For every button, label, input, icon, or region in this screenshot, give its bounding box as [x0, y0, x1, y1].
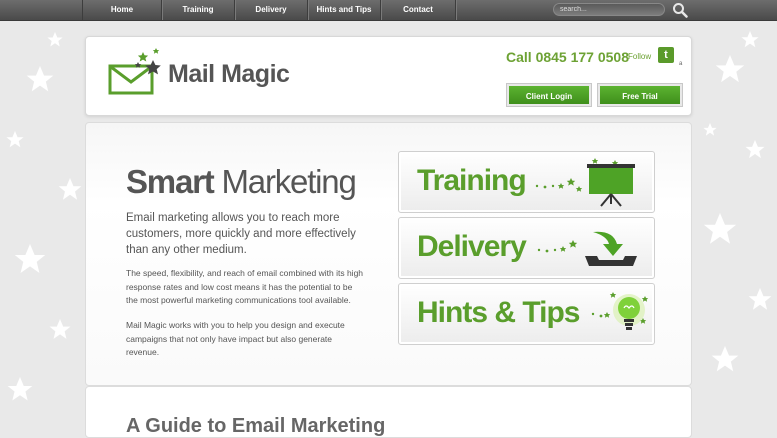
free-trial-button[interactable]: Free Trial	[597, 83, 683, 107]
body-paragraph-2: Mail Magic works with you to help you de…	[126, 320, 345, 357]
search-icon[interactable]	[672, 2, 688, 18]
nav-menu: Home Training Delivery Hints and Tips Co…	[82, 0, 456, 20]
envelope-stars-logo-icon[interactable]	[108, 46, 164, 96]
promo-delivery-label: Delivery	[417, 230, 527, 263]
twitter-icon[interactable]: t	[658, 47, 674, 63]
main-content-card: Smart Marketing Email marketing allows y…	[85, 122, 692, 386]
promo-training[interactable]: Training	[398, 151, 655, 213]
lightbulb-icon	[591, 292, 649, 330]
twitter-suffix: a	[679, 61, 683, 67]
promo-training-label: Training	[417, 164, 527, 197]
header-card: Mail Magic Call 0845 177 0508 Follow t a…	[85, 36, 692, 116]
nav-item-training[interactable]: Training	[162, 0, 235, 20]
follow-label: Follow	[628, 52, 652, 61]
body-paragraph-1: The speed, flexibility, and reach of ema…	[126, 268, 364, 305]
client-login-button[interactable]: Client Login	[506, 83, 592, 107]
headline-bold: Smart	[126, 163, 215, 200]
guide-section-title: A Guide to Email Marketing	[126, 415, 386, 437]
phone-number: Call 0845 177 0508	[506, 49, 629, 65]
logo-text[interactable]: Mail Magic	[168, 60, 290, 89]
promo-hints-tips[interactable]: Hints & Tips	[398, 283, 655, 345]
search-input[interactable]	[553, 3, 665, 16]
nav-item-home[interactable]: Home	[82, 0, 162, 20]
download-tray-icon	[537, 231, 637, 266]
nav-item-delivery[interactable]: Delivery	[235, 0, 308, 20]
page-headline: Smart Marketing	[126, 163, 357, 201]
presentation-board-icon	[535, 158, 635, 207]
lead-paragraph: Email marketing allows you to reach more…	[126, 212, 356, 256]
headline-rest: Marketing	[213, 163, 357, 200]
guide-section-card: A Guide to Email Marketing	[85, 386, 692, 438]
nav-item-contact[interactable]: Contact	[381, 0, 456, 20]
nav-item-hints-and-tips[interactable]: Hints and Tips	[308, 0, 381, 20]
promo-delivery[interactable]: Delivery	[398, 217, 655, 279]
top-nav-bar: Home Training Delivery Hints and Tips Co…	[0, 0, 777, 21]
